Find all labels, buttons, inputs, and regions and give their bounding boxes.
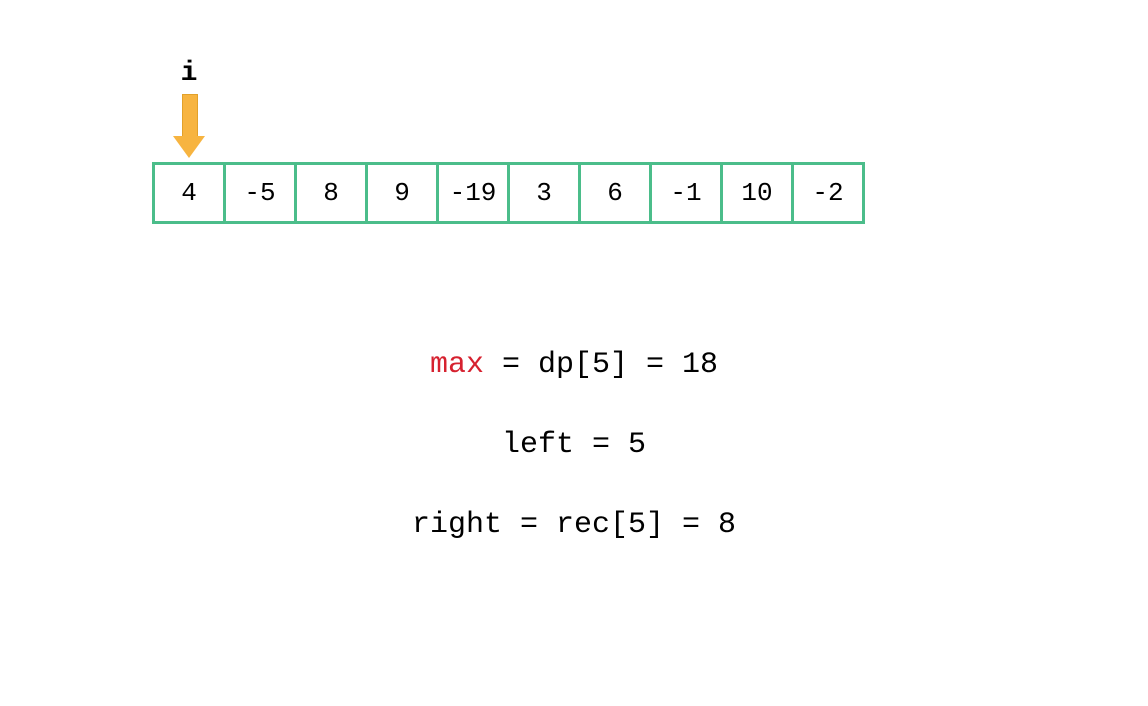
array-cell: 10 bbox=[720, 162, 794, 224]
array-cell: -19 bbox=[436, 162, 510, 224]
array-cell: 3 bbox=[507, 162, 581, 224]
array-row: 4-589-1936-110-2 bbox=[152, 162, 865, 224]
array-cell: -5 bbox=[223, 162, 297, 224]
diagram-canvas: i 4-589-1936-110-2 max = dp[5] = 18 left… bbox=[0, 0, 1148, 706]
formula-max-highlight: max bbox=[430, 348, 484, 382]
formula-left: left = 5 bbox=[0, 430, 1148, 460]
array-cell: 4 bbox=[152, 162, 226, 224]
formula-max-rest: = dp[5] = 18 bbox=[484, 348, 718, 382]
array-cell: 9 bbox=[365, 162, 439, 224]
array-cell: 8 bbox=[294, 162, 368, 224]
formula-right: right = rec[5] = 8 bbox=[0, 510, 1148, 540]
arrow-shaft bbox=[182, 94, 198, 138]
array-cell: -2 bbox=[791, 162, 865, 224]
formula-max: max = dp[5] = 18 bbox=[0, 350, 1148, 380]
array-cell: -1 bbox=[649, 162, 723, 224]
arrow-head bbox=[173, 136, 205, 158]
pointer-label-i: i bbox=[177, 58, 201, 89]
pointer-arrow bbox=[173, 94, 205, 158]
array-cell: 6 bbox=[578, 162, 652, 224]
